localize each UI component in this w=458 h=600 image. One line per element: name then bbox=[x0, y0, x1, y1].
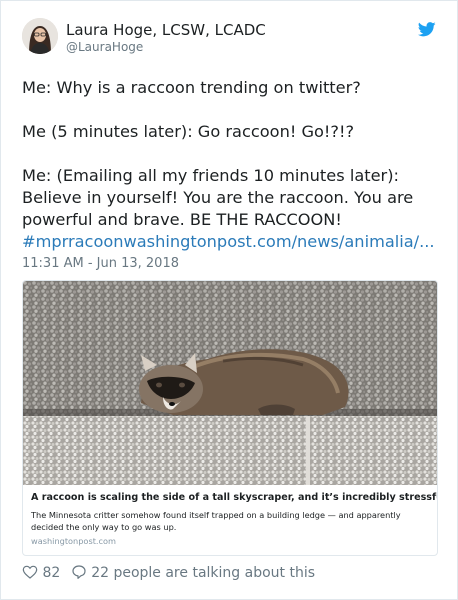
tweet-line-3: Me: (Emailing all my friends 10 minutes … bbox=[22, 165, 442, 253]
speech-bubble-icon bbox=[72, 565, 86, 579]
tweet-embed: Laura Hoge, LCSW, LCADC @LauraHoge Me: W… bbox=[0, 0, 458, 600]
heart-icon bbox=[22, 565, 38, 579]
raccoon-image[interactable] bbox=[23, 281, 437, 485]
talking-count-text: 22 people are talking about this bbox=[91, 565, 316, 581]
author-handle[interactable]: @LauraHoge bbox=[66, 40, 143, 54]
link-card[interactable]: A raccoon is scaling the side of a tall … bbox=[22, 280, 438, 556]
card-description: The Minnesota critter somehow found itse… bbox=[31, 510, 401, 532]
tweet-actions: 82 22 people are talking about this bbox=[22, 564, 315, 584]
tweet-header: Laura Hoge, LCSW, LCADC @LauraHoge bbox=[22, 18, 436, 60]
tweet-line-1: Me: Why is a raccoon trending on twitter… bbox=[22, 78, 361, 97]
avatar-photo bbox=[22, 18, 58, 54]
tweet-line-3-text: Me: (Emailing all my friends 10 minutes … bbox=[22, 166, 414, 229]
like-button[interactable]: 82 bbox=[22, 564, 60, 581]
avatar[interactable] bbox=[22, 18, 58, 54]
twitter-bird-icon[interactable] bbox=[418, 22, 436, 37]
tweet-timestamp[interactable]: 11:31 AM - Jun 13, 2018 bbox=[22, 256, 179, 271]
like-count: 82 bbox=[42, 565, 61, 581]
card-title[interactable]: A raccoon is scaling the side of a tall … bbox=[31, 492, 437, 503]
author-name[interactable]: Laura Hoge, LCSW, LCADC bbox=[66, 21, 266, 39]
tweet-link[interactable]: #mprracoonwashingtonpost.com/news/animal… bbox=[22, 232, 435, 251]
reply-button[interactable]: 22 people are talking about this bbox=[71, 564, 315, 581]
card-domain[interactable]: washingtonpost.com bbox=[31, 536, 116, 546]
tweet-line-2: Me (5 minutes later): Go raccoon! Go!?!? bbox=[22, 122, 355, 141]
tweet-text: Me: Why is a raccoon trending on twitter… bbox=[22, 77, 442, 253]
